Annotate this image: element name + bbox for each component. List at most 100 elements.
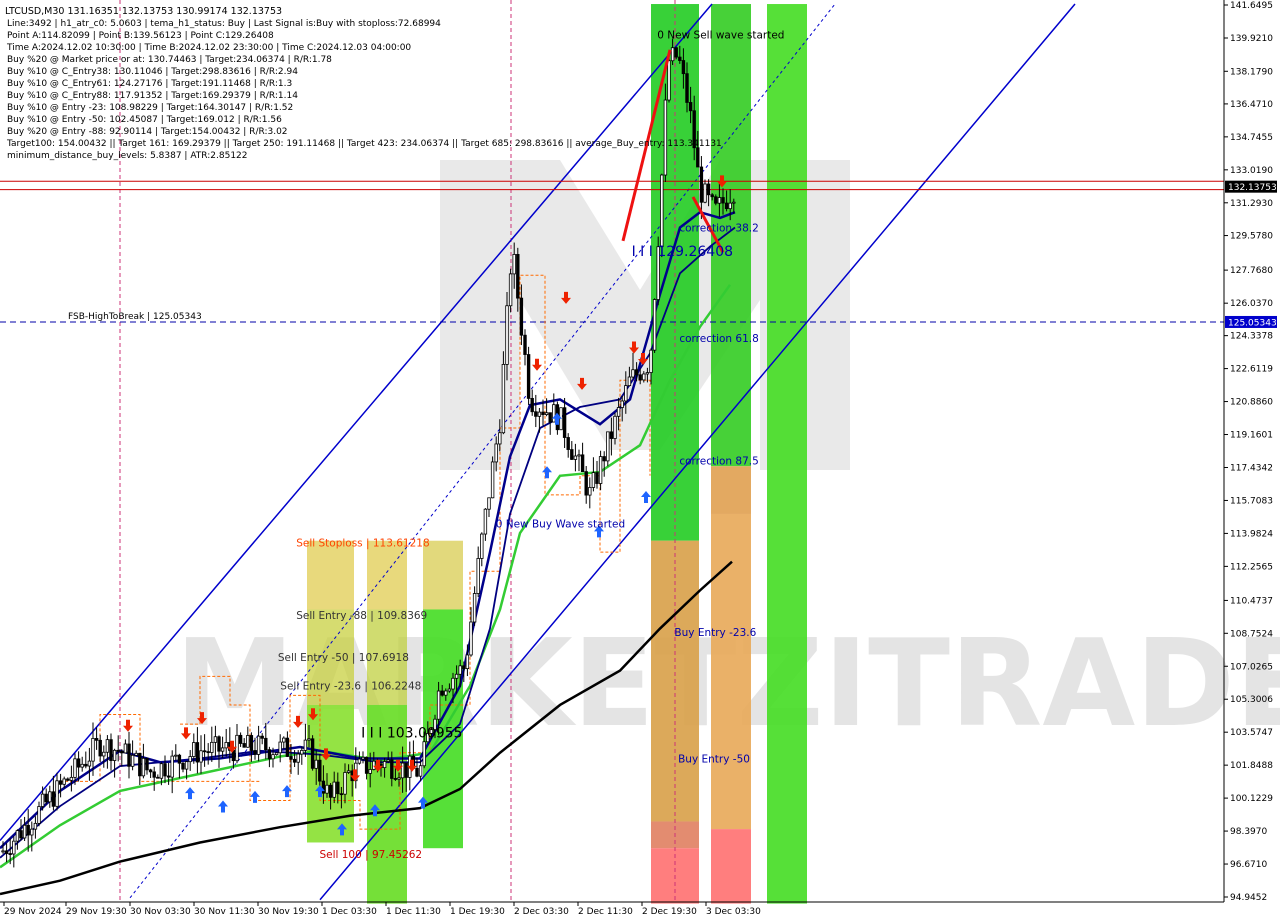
candle-body bbox=[8, 853, 12, 855]
candle-body bbox=[285, 737, 290, 757]
candle-body bbox=[213, 736, 218, 743]
candle-body bbox=[462, 665, 466, 670]
candle-body bbox=[490, 461, 495, 499]
y-tick-label: 120.8860 bbox=[1230, 398, 1273, 408]
candle-body bbox=[660, 174, 664, 248]
candle-body bbox=[476, 558, 480, 594]
candle-body bbox=[278, 741, 282, 754]
candle-body bbox=[87, 760, 92, 767]
candle-body bbox=[537, 411, 542, 417]
candle-body bbox=[314, 759, 318, 769]
info-line: Buy %10 @ C_Entry61: 124.27176 | Target:… bbox=[7, 79, 292, 89]
chart-annotation: Sell Stoploss | 113.61218 bbox=[296, 537, 429, 549]
zone-band bbox=[711, 4, 751, 467]
candle-body bbox=[487, 497, 491, 510]
candle-body bbox=[159, 763, 164, 779]
candle-body bbox=[55, 780, 59, 807]
candle-body bbox=[174, 754, 178, 757]
candle-body bbox=[562, 407, 567, 438]
info-line: Line:3492 | h1_atr_c0: 5.0603 | tema_h1_… bbox=[7, 19, 441, 29]
candle-body bbox=[271, 754, 275, 760]
candle-body bbox=[469, 621, 473, 656]
candle-body bbox=[177, 754, 182, 764]
candle-body bbox=[102, 751, 106, 757]
y-tick-label: 107.0265 bbox=[1230, 662, 1273, 672]
candle-body bbox=[674, 47, 678, 58]
y-tick-label: 94.9452 bbox=[1230, 893, 1267, 903]
candle-body bbox=[696, 147, 700, 168]
candle-body bbox=[332, 781, 336, 798]
candle-body bbox=[30, 828, 34, 836]
info-line: Time A:2024.12.02 10:30:00 | Time B:2024… bbox=[6, 43, 411, 53]
candle-body bbox=[372, 760, 376, 770]
y-tick-label: 127.7680 bbox=[1230, 266, 1273, 276]
y-tick-label: 129.5780 bbox=[1230, 232, 1273, 242]
candle-body bbox=[444, 690, 448, 696]
candle-body bbox=[649, 349, 653, 373]
candle-body bbox=[238, 734, 243, 744]
candle-body bbox=[105, 739, 110, 753]
candle-body bbox=[84, 763, 88, 767]
candle-body bbox=[382, 761, 387, 769]
candle-body bbox=[501, 364, 506, 434]
candle-body bbox=[609, 431, 614, 439]
candle-body bbox=[577, 454, 581, 457]
candle-body bbox=[494, 443, 498, 463]
candle-body bbox=[400, 762, 405, 779]
candle-body bbox=[717, 197, 722, 204]
chart-annotation: correction 38.2 bbox=[679, 222, 758, 234]
candle-body bbox=[447, 688, 452, 692]
candle-body bbox=[51, 791, 56, 807]
candle-body bbox=[310, 738, 315, 769]
candle-body bbox=[206, 751, 210, 754]
candle-body bbox=[631, 369, 635, 378]
candle-body bbox=[343, 772, 347, 795]
candle-body bbox=[80, 763, 84, 768]
candle-body bbox=[188, 756, 192, 763]
candle-body bbox=[588, 487, 592, 496]
candle-body bbox=[699, 166, 704, 203]
y-tick-label: 133.0190 bbox=[1230, 166, 1273, 176]
candle-body bbox=[325, 784, 329, 794]
fsb-price-label: 125.05343 bbox=[1228, 318, 1277, 328]
candle-body bbox=[264, 737, 268, 751]
candle-body bbox=[156, 776, 160, 779]
candle-body bbox=[296, 753, 300, 763]
candle-body bbox=[163, 763, 167, 777]
candle-body bbox=[616, 407, 621, 417]
y-tick-label: 96.6710 bbox=[1230, 860, 1267, 870]
candle-body bbox=[418, 765, 423, 777]
candle-body bbox=[130, 754, 135, 767]
candle-body bbox=[210, 741, 214, 753]
candle-body bbox=[199, 750, 203, 763]
chart-annotation: I I I 129.26408 bbox=[632, 244, 733, 260]
candle-body bbox=[202, 750, 207, 753]
price-chart[interactable]: MARKETZITRADE FSB-HighToBreak | 125.0534… bbox=[0, 0, 1280, 920]
candle-body bbox=[584, 471, 588, 496]
candle-body bbox=[123, 743, 128, 754]
y-tick-label: 138.1790 bbox=[1230, 67, 1273, 77]
candle-body bbox=[552, 404, 556, 423]
info-line: Buy %10 @ C_Entry88: 117.91352 | Target:… bbox=[7, 91, 298, 101]
candle-body bbox=[76, 758, 81, 768]
x-tick-label: 1 Dec 03:30 bbox=[322, 907, 377, 917]
y-tick-label: 122.6119 bbox=[1230, 365, 1273, 375]
candle-body bbox=[120, 750, 124, 754]
candle-body bbox=[69, 776, 74, 781]
candle-body bbox=[386, 759, 390, 762]
candle-body bbox=[613, 415, 617, 439]
chart-window: MARKETZITRADE FSB-HighToBreak | 125.0534… bbox=[0, 0, 1280, 920]
candle-body bbox=[116, 749, 120, 752]
candle-body bbox=[505, 305, 509, 365]
candle-body bbox=[1, 850, 5, 853]
y-tick-label: 100.1229 bbox=[1230, 794, 1273, 804]
candle-body bbox=[4, 850, 9, 854]
y-tick-label: 112.2565 bbox=[1230, 562, 1273, 572]
x-tick-label: 30 Nov 03:30 bbox=[130, 907, 191, 917]
candle-body bbox=[624, 385, 628, 402]
candle-body bbox=[328, 784, 333, 798]
candle-body bbox=[26, 824, 30, 836]
candle-body bbox=[523, 334, 527, 355]
candle-body bbox=[480, 533, 484, 559]
chart-annotation: Buy Entry -23.6 bbox=[674, 627, 756, 639]
